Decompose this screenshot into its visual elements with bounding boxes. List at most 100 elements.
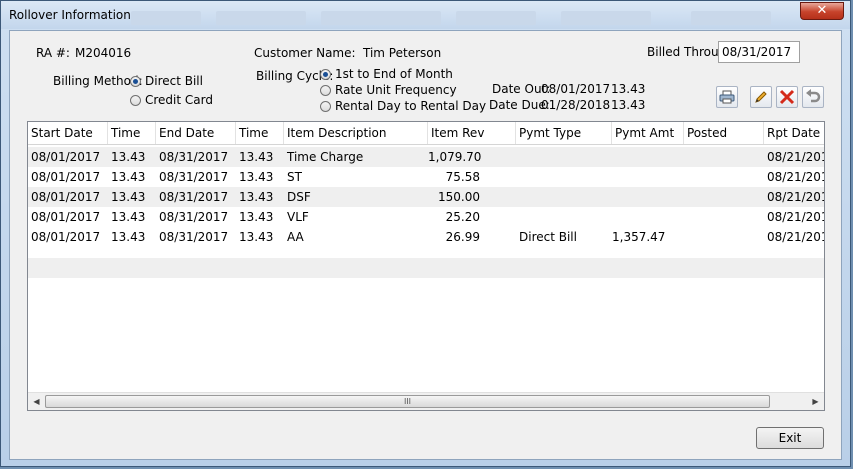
table-row[interactable]: 08/01/2017 13.43 08/31/2017 13.43 Time C…: [28, 147, 824, 167]
column-header-start-time[interactable]: Time: [108, 122, 156, 144]
billing-method-direct-bill-label[interactable]: Direct Bill: [145, 74, 203, 88]
column-header-end-time[interactable]: Time: [236, 122, 284, 144]
table-row[interactable]: 08/01/2017 13.43 08/31/2017 13.43 ST 75.…: [28, 167, 824, 187]
window-title: Rollover Information: [9, 8, 131, 22]
rollover-grid: Start Date Time End Date Time Item Descr…: [27, 121, 825, 411]
cell-pymt-amt: [612, 147, 668, 167]
cell-start-date: 08/01/2017: [31, 170, 101, 184]
horizontal-scrollbar[interactable]: ◀ III ▶: [28, 392, 824, 410]
cell-posted: [684, 227, 764, 247]
close-button[interactable]: ✕: [800, 2, 844, 20]
billing-cycle-rental-day-radio[interactable]: [320, 101, 331, 112]
background-window-ghost: [216, 11, 306, 25]
scrollbar-thumb[interactable]: III: [45, 395, 770, 408]
cell-item-rev: 26.99: [445, 230, 480, 244]
date-out-value: 08/01/2017: [541, 82, 611, 96]
cell-start-time: 13.43: [111, 150, 146, 164]
cell-rpt-date: 08/21/2017: [767, 190, 824, 204]
billing-method-direct-bill-radio[interactable]: [130, 76, 141, 87]
cell-end-date: 08/31/2017: [159, 210, 229, 224]
background-window-ghost: [321, 11, 441, 25]
cell-item-rev: 25.20: [445, 210, 480, 224]
cell-end-time: 13.43: [239, 190, 274, 204]
customer-name-label: Customer Name:: [254, 46, 356, 60]
cell-start-time: 13.43: [111, 170, 146, 184]
rollover-information-window: Rollover Information ✕ RA #: M204016 Cus…: [0, 0, 851, 467]
table-row[interactable]: 08/01/2017 13.43 08/31/2017 13.43 DSF 15…: [28, 187, 824, 207]
undo-button[interactable]: [802, 86, 824, 108]
cell-item-description: Time Charge: [287, 150, 364, 164]
cell-start-time: 13.43: [111, 210, 146, 224]
background-window-ghost: [456, 11, 536, 25]
cell-end-time: 13.43: [239, 150, 274, 164]
cell-end-time: 13.43: [239, 170, 274, 184]
billing-cycle-month-label[interactable]: 1st to End of Month: [335, 67, 453, 81]
cell-start-date: 08/01/2017: [31, 190, 101, 204]
scroll-right-arrow-icon[interactable]: ▶: [807, 393, 824, 410]
column-header-start-date[interactable]: Start Date: [28, 122, 108, 144]
delete-button[interactable]: [776, 86, 798, 108]
undo-icon: [806, 89, 821, 103]
customer-name-value: Tim Peterson: [363, 46, 442, 60]
cell-start-time: 13.43: [111, 230, 146, 244]
cell-pymt-amt: 1,357.47: [612, 230, 666, 244]
column-header-posted[interactable]: Posted: [684, 122, 764, 144]
edit-button[interactable]: [750, 86, 772, 108]
cell-end-date: 08/31/2017: [159, 150, 229, 164]
ra-number-value: M204016: [75, 46, 132, 60]
date-out-time: 13.43: [611, 82, 646, 96]
close-icon: ✕: [816, 3, 828, 18]
column-header-item-rev[interactable]: Item Rev: [428, 122, 516, 144]
billing-method-credit-card-radio[interactable]: [130, 95, 141, 106]
cell-pymt-amt: [612, 207, 668, 227]
print-icon: [719, 90, 735, 104]
cell-posted: [684, 167, 764, 187]
billing-method-credit-card-label[interactable]: Credit Card: [145, 93, 213, 107]
scroll-left-arrow-icon[interactable]: ◀: [28, 393, 45, 410]
cell-pymt-type: Direct Bill: [519, 230, 577, 244]
billing-cycle-rental-day-label[interactable]: Rental Day to Rental Day: [335, 99, 486, 113]
column-header-pymt-type[interactable]: Pymt Type: [516, 122, 612, 144]
cell-start-date: 08/01/2017: [31, 150, 101, 164]
column-header-rpt-date[interactable]: Rpt Date: [764, 122, 824, 144]
billing-cycle-rate-unit-label[interactable]: Rate Unit Frequency: [335, 83, 457, 97]
cell-pymt-type: [516, 207, 612, 227]
cell-item-description: AA: [287, 230, 304, 244]
cell-start-date: 08/01/2017: [31, 210, 101, 224]
cell-rpt-date: 08/21/2017: [767, 210, 824, 224]
grid-header: Start Date Time End Date Time Item Descr…: [28, 122, 824, 145]
cell-item-rev: 75.58: [445, 170, 480, 184]
billing-cycle-month-radio[interactable]: [320, 69, 331, 80]
background-window-ghost: [561, 11, 651, 25]
column-header-end-date[interactable]: End Date: [156, 122, 236, 144]
cell-end-time: 13.43: [239, 210, 274, 224]
table-row[interactable]: 08/01/2017 13.43 08/31/2017 13.43 AA 26.…: [28, 227, 824, 247]
table-row[interactable]: 08/01/2017 13.43 08/31/2017 13.43 VLF 25…: [28, 207, 824, 227]
cell-start-time: 13.43: [111, 190, 146, 204]
cell-start-date: 08/01/2017: [31, 230, 101, 244]
billed-through-field[interactable]: 08/31/2017: [718, 41, 800, 63]
delete-icon: [779, 89, 795, 105]
title-bar[interactable]: Rollover Information ✕: [1, 1, 850, 29]
cell-pymt-type: [516, 167, 612, 187]
cell-rpt-date: 08/21/2017: [767, 230, 824, 244]
cell-pymt-type: [516, 187, 612, 207]
client-area: RA #: M204016 Customer Name: Tim Peterso…: [9, 30, 842, 460]
cell-end-time: 13.43: [239, 230, 274, 244]
cell-posted: [684, 207, 764, 227]
cell-item-description: DSF: [287, 190, 311, 204]
cell-item-description: ST: [287, 170, 302, 184]
print-button[interactable]: [716, 86, 738, 108]
cell-pymt-amt: [612, 167, 668, 187]
exit-button[interactable]: Exit: [756, 427, 824, 449]
column-header-pymt-amt[interactable]: Pymt Amt: [612, 122, 684, 144]
ra-number-label: RA #:: [36, 46, 70, 60]
cell-item-rev: 150.00: [438, 190, 480, 204]
cell-end-date: 08/31/2017: [159, 170, 229, 184]
column-header-item-description[interactable]: Item Description: [284, 122, 428, 144]
date-due-time: 13.43: [611, 98, 646, 112]
cell-pymt-amt: [612, 187, 668, 207]
cell-end-date: 08/31/2017: [159, 190, 229, 204]
edit-icon: [755, 91, 767, 103]
billing-cycle-rate-unit-radio[interactable]: [320, 85, 331, 96]
